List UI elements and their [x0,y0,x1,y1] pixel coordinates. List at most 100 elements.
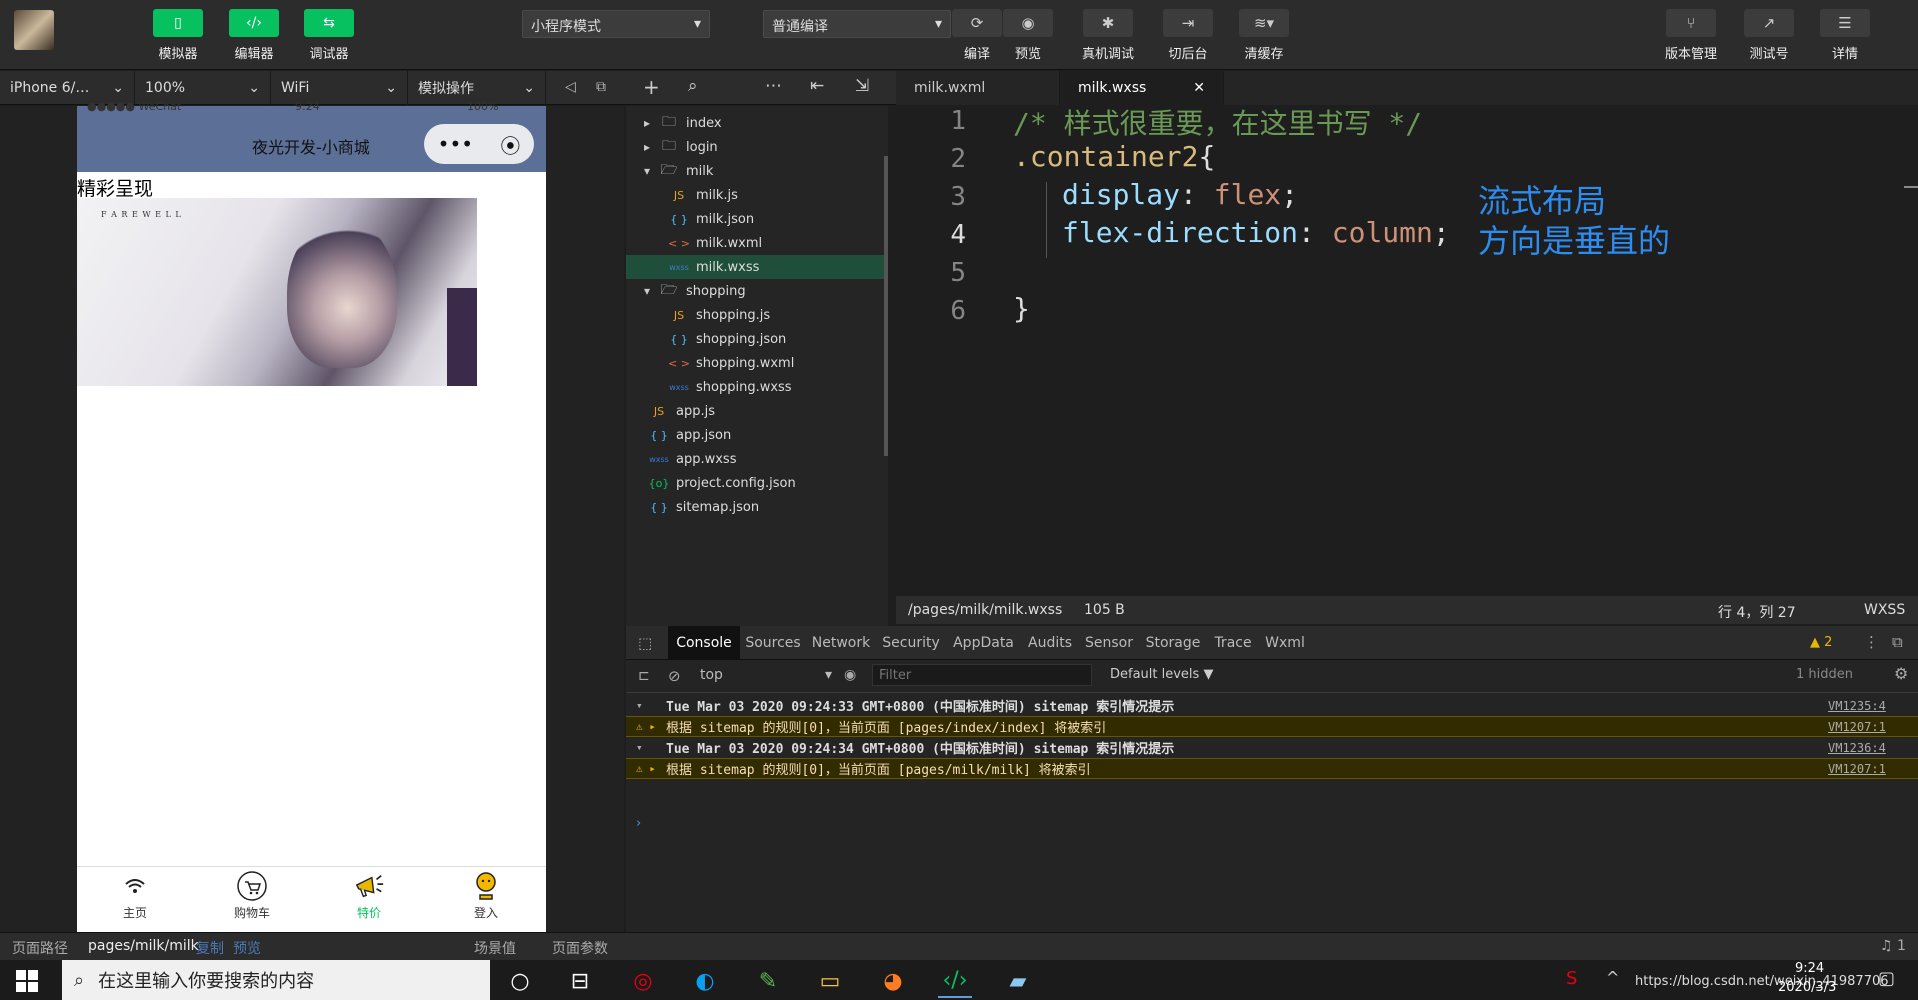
file-tree-item[interactable]: ▸ 🗀 login [626,135,888,159]
preview-link[interactable]: 预览 [233,938,261,958]
more-dots-icon[interactable]: ••• [438,132,473,156]
tab-sale[interactable]: 特价 [329,870,409,921]
context-select[interactable]: top ▾ [696,663,836,687]
page-params-button[interactable]: 页面参数 [552,938,608,958]
tab-cart[interactable]: 购物车 [212,870,292,921]
file-tree-item[interactable]: ▾ 🗁 shopping [626,279,888,303]
file-tree-item[interactable]: ▸ 🗀 index [626,111,888,135]
explorer-scrollbar[interactable] [884,156,888,456]
tab-milk-wxml[interactable]: milk.wxml [896,71,1060,105]
console-log-row[interactable]: ▾ Tue Mar 03 2020 09:24:34 GMT+0800 (中国标准… [626,737,1918,758]
log-source-link[interactable]: VM1235:4 [1828,699,1918,713]
add-file-icon[interactable]: + [643,75,660,99]
devtools-tab-security[interactable]: Security [876,626,946,660]
clock-time[interactable]: 9:24 [1795,961,1824,976]
tab-milk-wxss[interactable]: milk.wxss ✕ [1060,71,1224,105]
close-icon[interactable]: ✕ [1193,80,1205,96]
browser-icon[interactable]: ◐ [688,964,722,998]
console-log-row[interactable]: ▾ Tue Mar 03 2020 09:24:33 GMT+0800 (中国标准… [626,695,1918,716]
clear-cache-button[interactable]: ≋▾ [1239,9,1289,37]
real-debug-button[interactable]: ✱ [1083,9,1133,37]
more-icon[interactable]: ⋯ [765,76,782,96]
kebab-icon[interactable]: ⋮ [1864,633,1879,651]
chevron-down-icon[interactable]: ▾ [644,164,658,178]
eye-icon[interactable]: ◉ [844,667,856,683]
firefox-icon[interactable]: ◕ [876,964,910,998]
devtools-tab-sources[interactable]: Sources [740,626,806,660]
clear-console-icon[interactable]: ⊘ [668,667,681,685]
user-avatar[interactable] [14,10,54,50]
compile-button[interactable]: ⟳ [952,9,1002,37]
close-circle-icon[interactable]: ⦿ [500,130,520,159]
notification-bell[interactable]: ♫ 1 [1880,938,1906,954]
devtools-tab-trace[interactable]: Trace [1207,626,1259,660]
version-button[interactable]: ⑂ [1666,9,1716,37]
copy-link[interactable]: 复制 [196,938,224,958]
notepad-icon[interactable]: ✎ [751,964,785,998]
devtools-tab-storage[interactable]: Storage [1139,626,1207,660]
dock-icon[interactable]: ⧉ [1892,633,1903,651]
weibo-icon[interactable]: ◎ [626,964,660,998]
file-tree-item[interactable]: wxss milk.wxss [626,255,888,279]
file-tree-item[interactable]: ▾ 🗁 milk [626,159,888,183]
console-filter-input[interactable] [872,664,1092,686]
mode-select[interactable]: 小程序模式 ▾ [522,10,710,38]
search-icon[interactable]: ⌕ [688,76,698,96]
chevron-down-icon[interactable]: ▾ [644,284,658,298]
log-source-link[interactable]: VM1207:1 [1828,720,1918,734]
task-view-icon[interactable]: ⊟ [563,964,597,998]
code-editor[interactable]: 1 2 3 4 5 6 /* 样式很重要，在这里书写 */ .container… [896,106,1918,596]
taskbar-search[interactable]: ⌕ 在这里输入你要搜索的内容 [62,960,490,1000]
file-tree-item[interactable]: { } shopping.json [626,327,888,351]
file-tree-item[interactable]: { } milk.json [626,207,888,231]
preview-button[interactable]: ◉ [1003,9,1053,37]
gear-icon[interactable]: ⚙ [1894,664,1908,683]
windows-start-icon[interactable] [16,970,38,992]
file-tree-item[interactable]: < > milk.wxml [626,231,888,255]
simulator-button[interactable]: ▯ [153,9,203,37]
chevron-right-icon[interactable]: ▸ [644,116,658,130]
details-button[interactable]: ☰ [1820,9,1870,37]
editor-button[interactable]: ‹/› [229,9,279,37]
scene-button[interactable]: 场景值 [474,938,516,958]
warning-badge[interactable]: ▲ 2 [1810,635,1832,650]
devtools-tab-audits[interactable]: Audits [1021,626,1079,660]
file-tree-item[interactable]: wxss shopping.wxss [626,375,888,399]
sidebar-toggle-icon[interactable]: ⊏ [638,668,650,684]
console-log-row[interactable]: ⚠ ▸ 根据 sitemap 的规则[0]，当前页面 [pages/milk/mi… [626,758,1918,779]
network-select[interactable]: WiFi ⌄ [271,71,408,105]
background-button[interactable]: ⇥ [1163,9,1213,37]
debugger-button[interactable]: ⇆ [304,9,354,37]
sogou-icon[interactable]: S [1566,968,1577,989]
console-prompt[interactable]: › [636,816,641,831]
volume-icon[interactable]: ◁ [565,79,576,95]
file-tree-item[interactable]: JS app.js [626,399,888,423]
file-tree-item[interactable]: < > shopping.wxml [626,351,888,375]
compile-select[interactable]: 普通编译 ▾ [763,10,951,38]
tab-home[interactable]: 主页 [95,870,175,921]
clock-date[interactable]: 2020/3/3 [1778,980,1836,995]
devtools-tab-sensor[interactable]: Sensor [1079,626,1139,660]
cortana-icon[interactable]: ○ [503,964,537,998]
collapse-icon[interactable]: ⇤ [810,76,824,96]
file-tree-item[interactable]: {o} project.config.json [626,471,888,495]
chevron-right-icon[interactable]: ▸ [644,140,658,154]
app-icon[interactable]: ▰ [1001,964,1035,998]
cursor-position[interactable]: 行 4，列 27 [1718,602,1796,622]
tray-chevron-icon[interactable]: ^ [1606,968,1619,987]
inspect-icon[interactable]: ⬚ [638,634,652,652]
action-center-icon[interactable]: ▢ [1878,968,1895,989]
devtools-tab-wxml[interactable]: Wxml [1259,626,1311,660]
log-source-link[interactable]: VM1207:1 [1828,762,1918,776]
file-tree-item[interactable]: { } sitemap.json [626,495,888,519]
devtools-tab-network[interactable]: Network [806,626,876,660]
tab-login[interactable]: 登入 [446,870,526,921]
file-tree-item[interactable]: { } app.json [626,423,888,447]
detach-icon[interactable]: ⧉ [596,79,606,95]
log-source-link[interactable]: VM1236:4 [1828,741,1918,755]
devtools-tab-console[interactable]: Console [668,626,740,660]
file-tree-item[interactable]: JS shopping.js [626,303,888,327]
folder-icon[interactable]: ▭ [813,964,847,998]
devtools-tab-appdata[interactable]: AppData [946,626,1021,660]
capsule-button[interactable]: ••• ⦿ [424,124,534,164]
